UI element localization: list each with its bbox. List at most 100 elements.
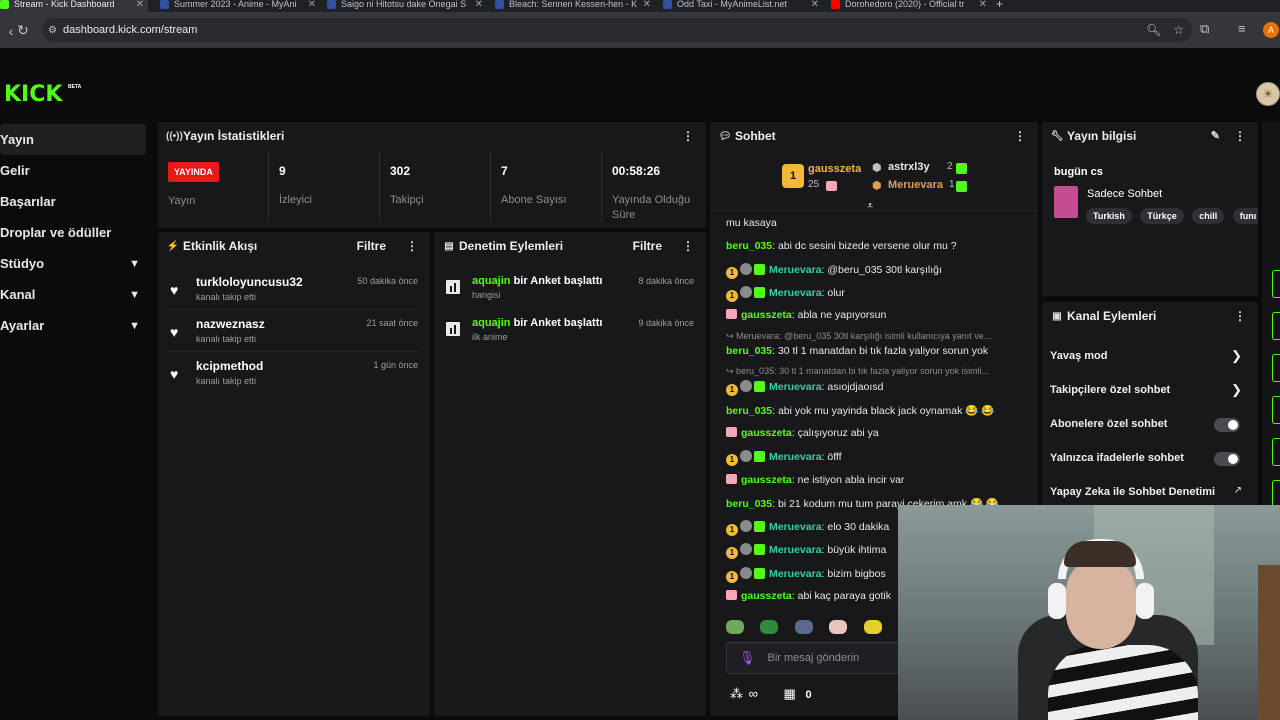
chat-username[interactable]: gausszeta [741,309,792,321]
more-options-icon[interactable]: ⋮ [682,130,694,142]
close-icon[interactable]: ✕ [979,0,991,10]
leader-2-name[interactable]: astrxl3y [888,161,930,173]
side-action-button[interactable] [1272,354,1280,382]
sidebar-item-basarilar[interactable]: Başarılar [0,186,150,217]
heart-icon: ♥ [170,324,179,340]
live-badge: YAYINDA [168,162,219,182]
moderator-username[interactable]: aquajin [472,275,511,287]
close-icon[interactable]: ✕ [308,0,320,10]
chat-username[interactable]: beru_035 [726,240,772,252]
sidebar-item-ayarlar[interactable]: Ayarlar ▼ [0,310,150,341]
browser-tab-2[interactable]: Saigo ni Hitotsu dake Onegai S ✕ [327,0,487,12]
microphone-icon[interactable]: 🎙︎ [739,650,756,666]
moderation-time: 8 dakika önce [638,276,694,286]
chat-username[interactable]: gausszeta [741,590,792,602]
tag-chip[interactable]: chill [1192,208,1225,224]
tag-chip[interactable]: Turkish [1086,208,1132,224]
collapse-icon[interactable]: ⩡ [867,200,873,213]
reload-icon[interactable]: ↻ [12,22,34,39]
user-avatar[interactable]: ☀ [1256,82,1280,106]
chat-username[interactable]: gausszeta [741,427,792,439]
edit-pencil-icon[interactable]: ✎ [1211,129,1220,142]
kick-logo[interactable]: KICK [4,82,62,107]
chat-username[interactable]: Meruevara [769,381,822,393]
chat-username[interactable]: Meruevara [769,568,822,580]
side-action-button[interactable] [1272,438,1280,466]
sidebar-item-studyo[interactable]: Stüdyo ▼ [0,248,150,279]
side-action-button[interactable] [1272,396,1280,424]
emote-pepe-icon[interactable] [760,620,779,634]
reply-context[interactable]: ↪ Meruevara: @beru_035 30tl karşılığı is… [726,331,991,342]
subscribers-only-toggle[interactable] [1214,418,1240,432]
chat-username[interactable]: beru_035 [726,405,772,417]
sidebar-item-gelir[interactable]: Gelir [0,155,150,186]
emote-knife-icon[interactable] [794,620,813,634]
sidebar-item-droplar[interactable]: Droplar ve ödüller [0,217,150,248]
chat-username[interactable]: gausszeta [741,474,792,486]
message-text: : abi yok mu yayinda black jack oynamak … [772,405,995,417]
chevron-right-icon[interactable]: ❯ [1231,382,1242,398]
chat-username[interactable]: beru_035 [726,498,772,510]
emote-frog-icon[interactable] [726,620,744,634]
chat-username[interactable]: Meruevara [769,521,822,533]
store-icon[interactable]: ▦ [784,686,796,701]
tag-chip[interactable]: Türkçe [1140,208,1184,224]
extensions-icon[interactable]: ⧉ [1200,21,1209,37]
more-options-icon[interactable]: ⋮ [1234,130,1246,142]
message-text: : @beru_035 30tl karşılığı [821,264,942,276]
chevron-right-icon[interactable]: ❯ [1231,348,1242,364]
address-bar[interactable]: ⚙ dashboard.kick.com/stream 🔍︎ ☆ [42,18,1192,42]
site-info-icon[interactable]: ⚙ [48,25,57,36]
activity-username[interactable]: nazweznasz [196,317,265,331]
profile-avatar[interactable]: A [1263,22,1279,38]
sidebar-item-yayin[interactable]: Yayın [0,124,146,155]
leader-3-name[interactable]: Meruevara [888,179,943,191]
more-options-icon[interactable]: ⋮ [406,240,418,252]
new-tab-button[interactable]: + [996,0,1010,12]
chat-username[interactable]: Meruevara [769,264,822,276]
close-icon[interactable]: ✕ [475,0,487,10]
slow-mode-label[interactable]: Yavaş mod [1050,350,1107,362]
close-icon[interactable]: ✕ [136,0,148,10]
moderator-username[interactable]: aquajin [472,317,511,329]
side-action-button[interactable] [1272,312,1280,340]
users-icon[interactable]: ⁂ [730,686,743,701]
browser-tab-4[interactable]: Odd Taxi - MyAnimeList.net ✕ [663,0,823,12]
reading-list-icon[interactable]: ≡ [1238,21,1246,36]
leader-1-name[interactable]: gausszeta [808,163,861,175]
emote-duck-icon[interactable] [863,620,882,634]
close-icon[interactable]: ✕ [811,0,823,10]
stream-category[interactable]: Sadece Sohbet [1087,188,1162,200]
chat-username[interactable]: Meruevara [769,287,822,299]
ai-moderation-label[interactable]: Yapay Zeka ile Sohbet Denetimi [1050,486,1215,498]
browser-tab-0[interactable]: Stream - Kick Dashboard ✕ [0,0,148,12]
followers-only-label[interactable]: Takipçilere özel sohbet [1050,384,1170,396]
chat-username[interactable]: Meruevara [769,544,822,556]
tag-chip[interactable]: funı [1232,208,1258,224]
sidebar-item-kanal[interactable]: Kanal ▼ [0,279,150,310]
external-link-icon[interactable]: ↗ [1234,485,1242,496]
browser-tab-3[interactable]: Bleach: Sennen Kessen-hen - K ✕ [495,0,655,12]
leader-1-count: 25 [808,179,820,190]
activity-username[interactable]: turkloloyuncusu32 [196,275,303,289]
emotes-only-toggle[interactable] [1214,452,1240,466]
filter-button[interactable]: Filtre [357,239,386,253]
chat-username[interactable]: beru_035 [726,345,772,357]
reply-context[interactable]: ↪ beru_035: 30 tl 1 manatdan bi tık fazl… [726,366,989,377]
more-options-icon[interactable]: ⋮ [1234,310,1246,322]
chat-username[interactable]: Meruevara [769,451,822,463]
bookmark-star-icon[interactable]: ☆ [1173,23,1184,37]
browser-tab-5[interactable]: Dorohedoro (2020) - Official tr ✕ [831,0,991,12]
filter-button[interactable]: Filtre [633,239,662,253]
emote-girl-icon[interactable] [829,620,848,634]
side-action-button[interactable] [1272,480,1280,508]
moderation-panel: ▤ Denetim Eylemleri Filtre ⋮ aquajin bir… [434,232,706,716]
zoom-icon[interactable]: 🔍︎ [1146,23,1161,37]
side-action-button[interactable] [1272,270,1280,298]
more-options-icon[interactable]: ⋮ [1014,130,1026,142]
more-options-icon[interactable]: ⋮ [682,240,694,252]
activity-username[interactable]: kcipmethod [196,359,263,373]
browser-tab-1[interactable]: Summer 2023 - Anime - MyAni ✕ [160,0,320,12]
close-icon[interactable]: ✕ [643,0,655,10]
activity-item: ♥ turkloloyuncusu32 kanalı takip etti 50… [168,268,420,310]
